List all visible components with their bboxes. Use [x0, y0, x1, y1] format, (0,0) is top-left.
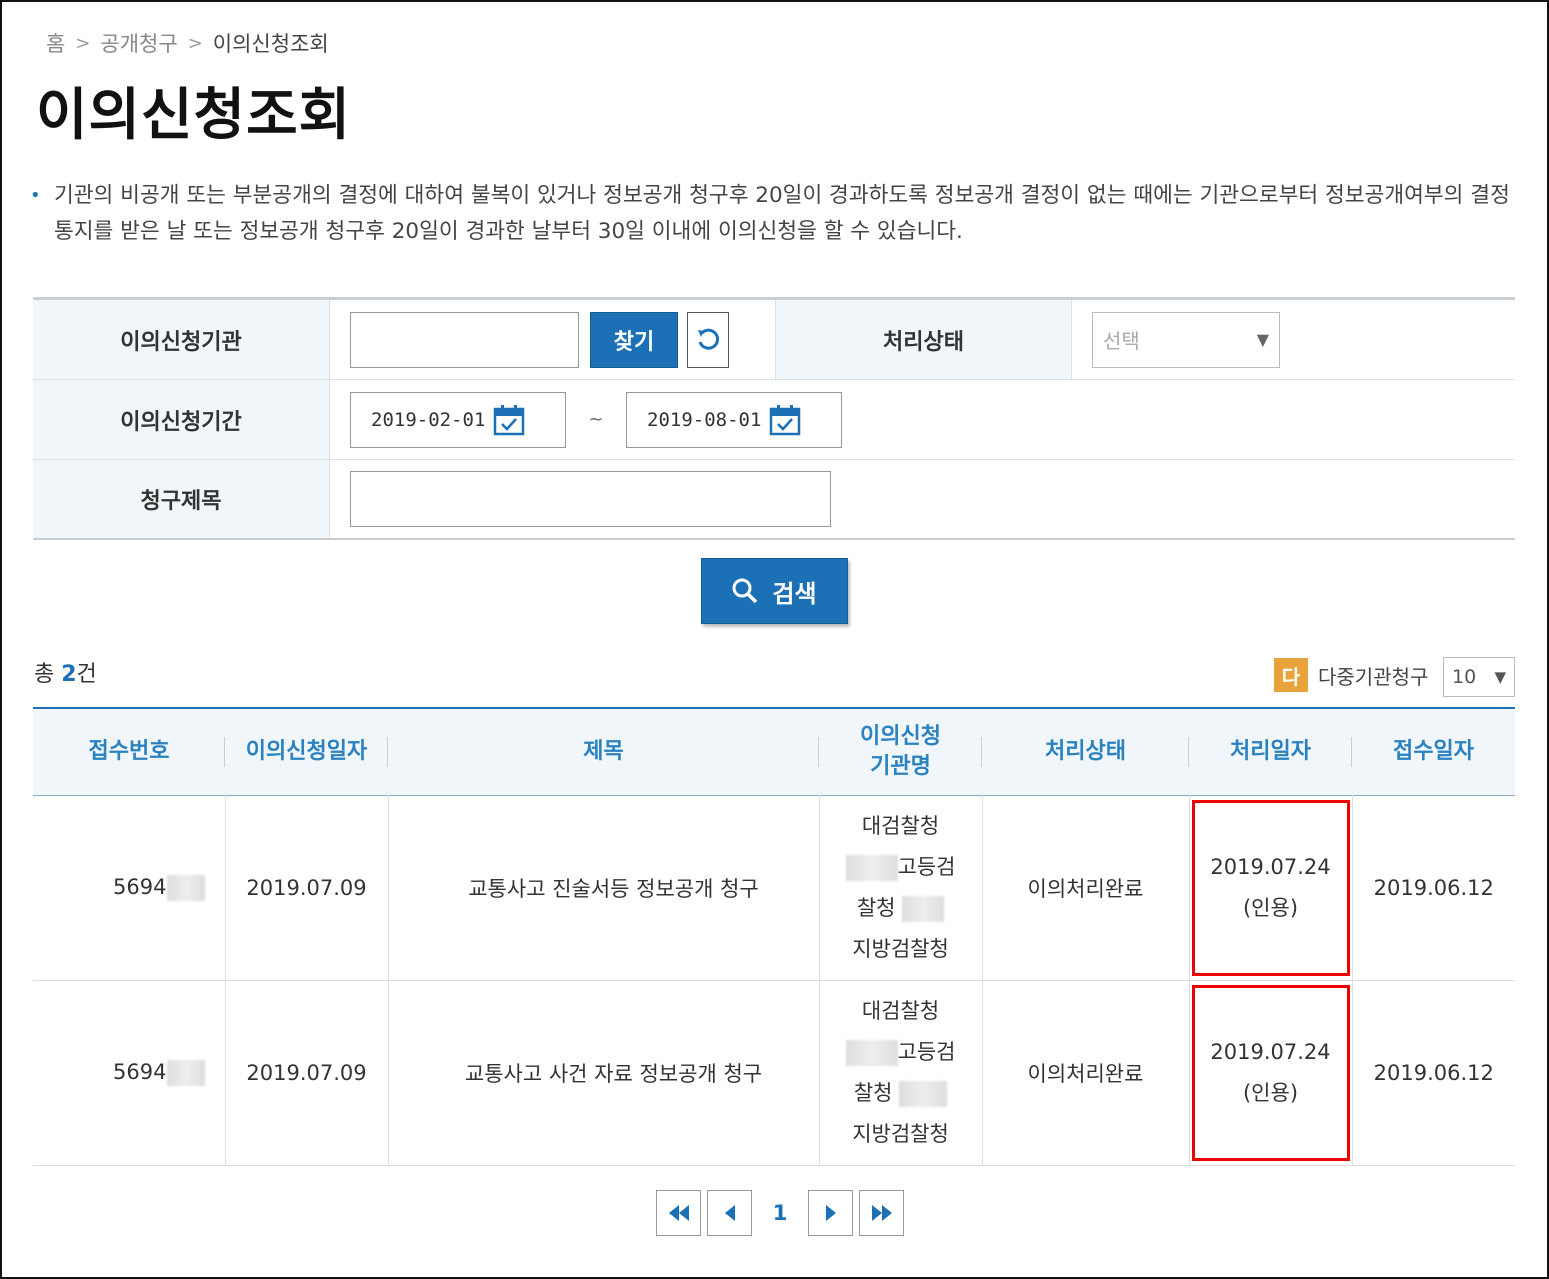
refresh-icon — [698, 328, 720, 350]
page-title: 이의신청조회 — [36, 83, 352, 148]
date-separator: ~ — [588, 409, 604, 430]
page-size-value: 10 — [1452, 666, 1477, 688]
cell-received-date: 2019.06.12 — [1351, 980, 1515, 1166]
cell-status[interactable]: 이의처리완료 — [981, 795, 1189, 981]
highlight-box: 2019.07.24 (인용) — [1191, 799, 1350, 976]
next-page-button[interactable] — [808, 1190, 853, 1236]
redacted-mask — [845, 1039, 898, 1066]
table-header-row: 접수번호 이의신청일자 제목 이의신청 기관명 처리상태 처리일자 접수일자 — [33, 708, 1515, 795]
cell-org: 대검찰청 고등검 찰청 지방검찰청 — [818, 795, 982, 981]
highlight-box: 2019.07.24 (인용) — [1191, 984, 1350, 1161]
total-suffix: 건 — [76, 662, 97, 687]
status-select[interactable]: 선택 ▼ — [1092, 311, 1280, 368]
notice: • 기관의 비공개 또는 부분공개의 결정에 대하여 불복이 있거나 정보공개 … — [30, 178, 1510, 250]
redacted-mask — [902, 895, 945, 922]
find-button[interactable]: 찾기 — [590, 311, 678, 368]
form-row-period: 이의신청기간 2019-02-01 ~ 2019-08-01 — [33, 380, 1515, 460]
cell-appeal-date: 2019.07.09 — [224, 980, 388, 1166]
multi-org-label: 다중기관청구 — [1318, 664, 1429, 689]
pagination: 1 — [656, 1190, 904, 1236]
col-receipt-no[interactable]: 접수번호 — [33, 708, 225, 795]
subject-label: 청구제목 — [33, 460, 330, 538]
redacted-mask — [899, 1080, 948, 1107]
total-number: 2 — [61, 662, 77, 687]
breadcrumb: 홈 > 공개청구 > 이의신청조회 — [46, 28, 329, 58]
page-size-select[interactable]: 10 ▼ — [1443, 657, 1515, 697]
redacted-mask — [166, 874, 205, 901]
chevron-right-icon — [825, 1205, 836, 1221]
search-icon — [732, 578, 758, 604]
search-button[interactable]: 검색 — [701, 558, 848, 624]
period-cell: 2019-02-01 ~ 2019-08-01 — [330, 380, 842, 459]
redacted-mask — [166, 1059, 205, 1086]
form-row-subject: 청구제목 — [33, 460, 1515, 538]
cell-org: 대검찰청 고등검 찰청 지방검찰청 — [818, 980, 982, 1166]
table-row[interactable]: 5694 2019.07.09 교통사고 진술서등 정보공개 청구 대검찰청 고… — [33, 795, 1515, 981]
cell-process-date: 2019.07.24 (인용) — [1188, 980, 1352, 1166]
cell-title-link[interactable]: 교통사고 사건 자료 정보공개 청구 — [387, 980, 819, 1166]
date-from-value: 2019-02-01 — [371, 408, 486, 431]
subject-cell — [330, 460, 831, 538]
reset-button[interactable] — [687, 311, 729, 368]
redacted-mask — [845, 854, 898, 881]
org-cell: 찾기 — [330, 300, 729, 379]
org-input[interactable] — [350, 311, 579, 368]
breadcrumb-current: 이의신청조회 — [212, 32, 329, 56]
chevron-right-icon: > — [75, 32, 91, 54]
cell-status[interactable]: 이의처리완료 — [981, 980, 1189, 1166]
page-number-current[interactable]: 1 — [758, 1201, 802, 1225]
col-process-date[interactable]: 처리일자 — [1189, 708, 1352, 795]
col-received-date[interactable]: 접수일자 — [1352, 708, 1515, 795]
double-chevron-right-icon — [871, 1205, 892, 1221]
total-prefix: 총 — [34, 662, 62, 687]
period-label: 이의신청기간 — [33, 380, 330, 459]
prev-page-button[interactable] — [707, 1190, 752, 1236]
dropdown-arrow-icon: ▼ — [1256, 330, 1269, 349]
total-count: 총 2건 — [34, 656, 97, 688]
form-row-org: 이의신청기관 찾기 처리상태 선택 ▼ — [33, 300, 1515, 380]
cell-received-date: 2019.06.12 — [1351, 795, 1515, 981]
results-table: 접수번호 이의신청일자 제목 이의신청 기관명 처리상태 처리일자 접수일자 56… — [33, 707, 1515, 1166]
dropdown-arrow-icon: ▼ — [1494, 668, 1506, 686]
breadcrumb-home[interactable]: 홈 — [46, 28, 65, 58]
chevron-right-icon: > — [187, 32, 203, 54]
last-page-button[interactable] — [859, 1190, 904, 1236]
status-cell: 선택 ▼ — [1072, 300, 1280, 379]
subject-input[interactable] — [350, 471, 831, 527]
multi-org-badge: 다 — [1274, 658, 1308, 692]
col-appeal-date[interactable]: 이의신청일자 — [225, 708, 388, 795]
first-page-button[interactable] — [656, 1190, 701, 1236]
cell-appeal-date: 2019.07.09 — [224, 795, 388, 981]
search-button-label: 검색 — [772, 579, 817, 608]
table-row[interactable]: 5694 2019.07.09 교통사고 사건 자료 정보공개 청구 대검찰청 … — [33, 980, 1515, 1166]
col-status[interactable]: 처리상태 — [982, 708, 1189, 795]
col-title[interactable]: 제목 — [388, 708, 819, 795]
cell-receipt-no: 5694 — [33, 795, 225, 981]
org-label: 이의신청기관 — [33, 300, 330, 379]
chevron-left-icon — [724, 1205, 735, 1221]
double-chevron-left-icon — [668, 1205, 689, 1221]
bullet-icon: • — [30, 185, 41, 206]
search-form: 이의신청기관 찾기 처리상태 선택 ▼ 이의신청기간 2019-02-01 ~ … — [33, 297, 1515, 540]
calendar-icon[interactable] — [769, 404, 801, 436]
status-label: 처리상태 — [775, 300, 1072, 379]
status-select-value: 선택 — [1103, 329, 1140, 353]
date-to-input[interactable]: 2019-08-01 — [626, 391, 842, 448]
multi-org-legend: 다 다중기관청구 — [1274, 658, 1428, 692]
date-to-value: 2019-08-01 — [647, 408, 762, 431]
cell-receipt-no: 5694 — [33, 980, 225, 1166]
cell-process-date: 2019.07.24 (인용) — [1188, 795, 1352, 981]
breadcrumb-level1[interactable]: 공개청구 — [100, 28, 177, 58]
col-org[interactable]: 이의신청 기관명 — [819, 708, 982, 795]
notice-text: 기관의 비공개 또는 부분공개의 결정에 대하여 불복이 있거나 정보공개 청구… — [54, 183, 1510, 244]
date-from-input[interactable]: 2019-02-01 — [350, 391, 566, 448]
calendar-icon[interactable] — [493, 404, 525, 436]
cell-title-link[interactable]: 교통사고 진술서등 정보공개 청구 — [387, 795, 819, 981]
